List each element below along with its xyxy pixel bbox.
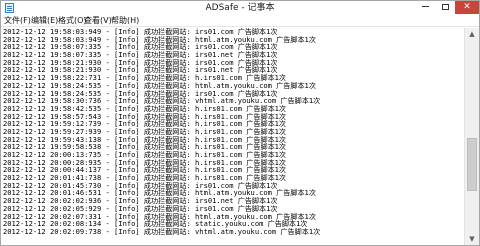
- title-bar[interactable]: ADSafe - 记事本 ✕: [1, 1, 479, 15]
- scroll-down-button[interactable]: ▼: [465, 233, 479, 245]
- minimize-button[interactable]: [415, 1, 435, 14]
- close-button[interactable]: ✕: [455, 1, 479, 14]
- notepad-window: ADSafe - 记事本 ✕ 文件(F) 编辑(E) 格式(O) 查看(V) 帮…: [0, 0, 480, 246]
- minimize-icon: [421, 6, 429, 7]
- window-title: ADSafe - 记事本: [205, 3, 275, 13]
- menu-help[interactable]: 帮助(H): [111, 15, 139, 27]
- menu-format[interactable]: 格式(O): [58, 15, 87, 27]
- menu-file[interactable]: 文件(F): [4, 15, 31, 27]
- scroll-thumb[interactable]: [467, 138, 477, 191]
- maximize-button[interactable]: [435, 1, 455, 14]
- menu-edit[interactable]: 编辑(E): [31, 15, 58, 27]
- log-line: 2012-12-12 20:02:09:738 - [Info] 成功拦截网站:…: [3, 226, 321, 236]
- menu-bar: 文件(F) 编辑(E) 格式(O) 查看(V) 帮助(H): [1, 15, 479, 27]
- text-editor-area[interactable]: 2012-12-12 19:58:03:949 - [Info] 成功拦截网站:…: [1, 28, 464, 245]
- vertical-scrollbar[interactable]: ▲ ▼: [464, 28, 479, 245]
- menu-view[interactable]: 查看(V): [84, 15, 112, 27]
- log-lines: 2012-12-12 19:58:03:949 - [Info] 成功拦截网站:…: [3, 28, 320, 236]
- maximize-icon: [441, 3, 449, 10]
- scroll-up-button[interactable]: ▲: [465, 28, 479, 40]
